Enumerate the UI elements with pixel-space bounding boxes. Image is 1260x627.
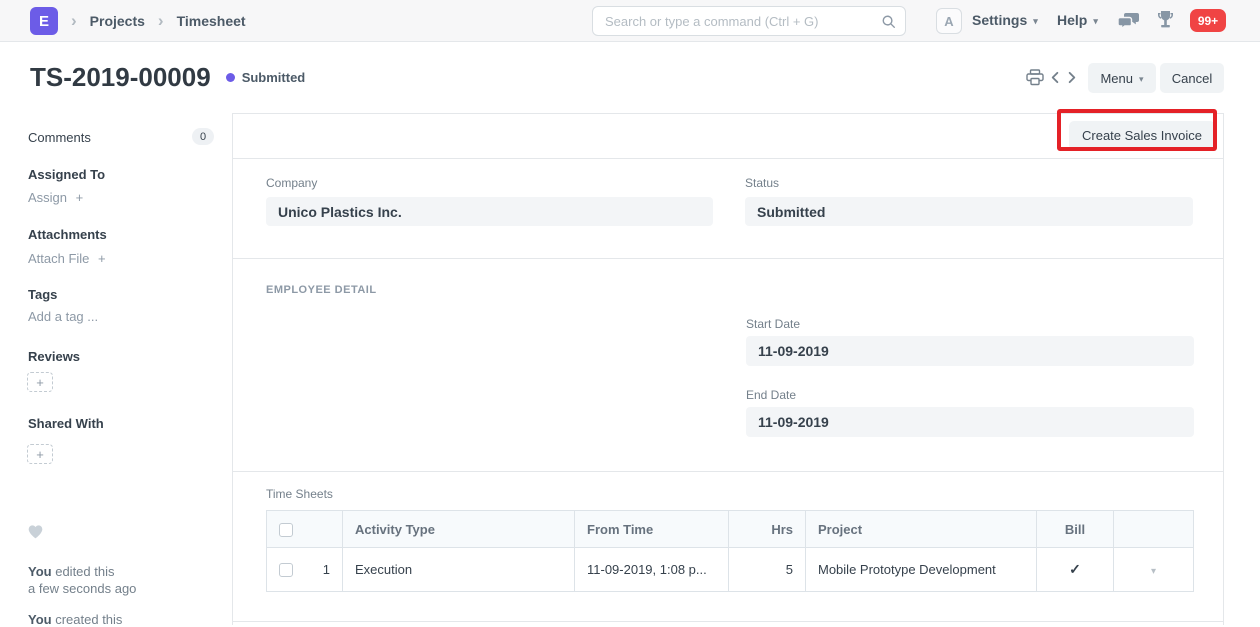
form-sidebar: Comments 0 Assigned To Assign + Attachme…: [0, 113, 232, 625]
col-row-menu: [1114, 511, 1194, 548]
add-review-button[interactable]: +: [27, 372, 53, 392]
cell-from-time[interactable]: 11-09-2019, 1:08 p...: [575, 548, 729, 592]
company-field: Unico Plastics Inc.: [266, 197, 713, 226]
breadcrumb-timesheet[interactable]: Timesheet: [177, 13, 246, 29]
prev-doc-button[interactable]: [1049, 71, 1062, 84]
avatar[interactable]: A: [936, 8, 962, 34]
breadcrumb-projects[interactable]: Projects: [90, 13, 145, 29]
timesheets-grid-label: Time Sheets: [266, 487, 333, 501]
chat-icon[interactable]: [1118, 13, 1139, 30]
trophy-icon[interactable]: [1157, 11, 1174, 30]
assign-button[interactable]: Assign +: [28, 190, 83, 205]
section-divider: [233, 258, 1223, 259]
page-title: TS-2019-00009: [30, 62, 211, 93]
end-date-label: End Date: [746, 388, 796, 402]
attach-file-label: Attach File: [28, 251, 89, 266]
app-logo[interactable]: E: [30, 7, 58, 35]
add-share-button[interactable]: +: [27, 444, 53, 464]
cell-hrs[interactable]: 5: [729, 548, 806, 592]
select-all-checkbox[interactable]: [279, 523, 293, 537]
company-label: Company: [266, 176, 317, 190]
plus-icon: +: [36, 375, 44, 390]
assigned-to-heading: Assigned To: [28, 167, 105, 182]
section-divider: [233, 471, 1223, 472]
cell-project[interactable]: Mobile Prototype Development: [806, 548, 1037, 592]
start-date-field: 11-09-2019: [746, 336, 1194, 366]
settings-menu[interactable]: Settings ▾: [972, 12, 1038, 28]
section-divider: [233, 158, 1223, 159]
sidebar-item-comments[interactable]: Comments: [28, 130, 91, 145]
next-doc-button[interactable]: [1065, 71, 1078, 84]
col-activity-type: Activity Type: [343, 511, 575, 548]
grid-header-row: Activity Type From Time Hrs Project Bill: [267, 511, 1194, 548]
status-label: Status: [745, 176, 779, 190]
chevron-right-icon: ›: [71, 12, 77, 29]
notification-badge[interactable]: 99+: [1190, 9, 1226, 32]
cell-activity-type[interactable]: Execution: [343, 548, 575, 592]
row-dropdown-icon[interactable]: ▾: [1151, 566, 1156, 577]
tags-heading: Tags: [28, 287, 57, 302]
timesheets-grid: Activity Type From Time Hrs Project Bill…: [266, 510, 1194, 592]
table-row: 1 Execution 11-09-2019, 1:08 p... 5 Mobi…: [267, 548, 1194, 592]
help-menu[interactable]: Help ▾: [1057, 12, 1098, 28]
activity-action: edited this: [55, 564, 114, 579]
attachments-heading: Attachments: [28, 227, 107, 242]
col-hrs: Hrs: [729, 511, 806, 548]
attach-file-button[interactable]: Attach File +: [28, 251, 106, 266]
caret-down-icon: ▾: [1093, 17, 1098, 26]
col-from-time: From Time: [575, 511, 729, 548]
end-date-field: 11-09-2019: [746, 407, 1194, 437]
search-icon: [881, 14, 896, 29]
section-divider: [233, 621, 1223, 622]
check-icon: ✓: [1069, 561, 1081, 577]
start-date-label: Start Date: [746, 317, 800, 331]
plus-icon: +: [76, 190, 84, 205]
row-index: 1: [323, 562, 330, 577]
menu-button[interactable]: Menu ▾: [1088, 63, 1156, 93]
comments-count-badge: 0: [192, 128, 214, 145]
global-search: [592, 6, 906, 36]
cancel-button[interactable]: Cancel: [1160, 63, 1224, 93]
caret-down-icon: ▾: [1033, 17, 1038, 26]
status-indicator: Submitted: [242, 70, 306, 85]
add-tag-input[interactable]: Add a tag ...: [28, 309, 98, 324]
activity-edited: You edited this: [28, 564, 114, 579]
breadcrumb: E › Projects › Timesheet: [30, 0, 246, 42]
like-heart-icon[interactable]: [27, 524, 44, 539]
employee-detail-section-label: EMPLOYEE DETAIL: [266, 284, 377, 296]
status-dot-icon: [226, 73, 235, 82]
col-project: Project: [806, 511, 1037, 548]
activity-user: You: [28, 564, 52, 579]
print-icon[interactable]: [1026, 69, 1044, 86]
col-bill: Bill: [1037, 511, 1114, 548]
settings-label: Settings: [972, 12, 1027, 28]
assign-label: Assign: [28, 190, 67, 205]
menu-label: Menu: [1100, 71, 1133, 86]
status-field: Submitted: [745, 197, 1193, 226]
chevron-right-icon: ›: [158, 12, 164, 29]
navbar: E › Projects › Timesheet A Settings ▾ He…: [0, 0, 1260, 42]
activity-edited-time: a few seconds ago: [28, 581, 136, 596]
plus-icon: +: [36, 447, 44, 462]
form-body: Create Sales Invoice Company Unico Plast…: [232, 113, 1224, 625]
reviews-heading: Reviews: [28, 349, 80, 364]
plus-icon: +: [98, 251, 106, 266]
search-input[interactable]: [592, 6, 906, 36]
help-label: Help: [1057, 12, 1087, 28]
row-checkbox[interactable]: [279, 563, 293, 577]
create-sales-invoice-button[interactable]: Create Sales Invoice: [1069, 121, 1215, 150]
caret-down-icon: ▾: [1139, 75, 1144, 84]
shared-with-heading: Shared With: [28, 416, 104, 431]
